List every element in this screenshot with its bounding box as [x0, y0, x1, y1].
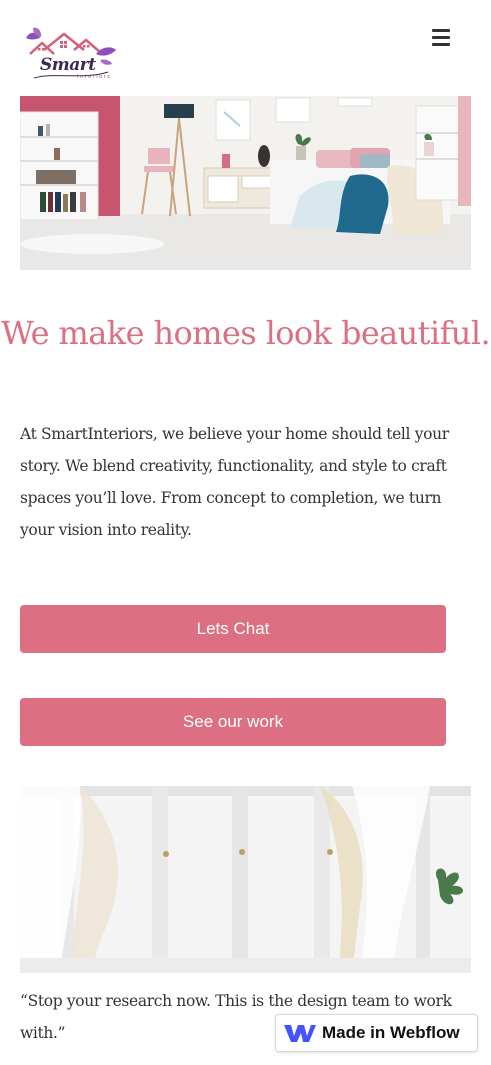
- webflow-badge-label: Made in Webflow: [322, 1023, 460, 1042]
- page-headline: We make homes look beautiful.: [0, 314, 491, 352]
- see-our-work-button[interactable]: See our work: [20, 698, 446, 746]
- window-curtains-photo: [20, 786, 471, 973]
- bedroom-photo: [20, 96, 471, 270]
- intro-paragraph: At SmartInteriors, we believe your home …: [20, 425, 449, 539]
- brand-name: Smart: [40, 55, 96, 75]
- site-header: Smart Interiors: [0, 0, 491, 96]
- gallery-window-image: [20, 786, 471, 973]
- lets-chat-button[interactable]: Lets Chat: [20, 605, 446, 653]
- menu-button[interactable]: [426, 24, 456, 52]
- made-in-webflow-badge[interactable]: Made in Webflow: [275, 1014, 478, 1052]
- brand-logo[interactable]: Smart Interiors: [24, 24, 118, 84]
- hero-bedroom-image: [20, 96, 471, 270]
- webflow-logo-icon: [284, 1025, 316, 1042]
- brand-tagline: Interiors: [77, 74, 112, 80]
